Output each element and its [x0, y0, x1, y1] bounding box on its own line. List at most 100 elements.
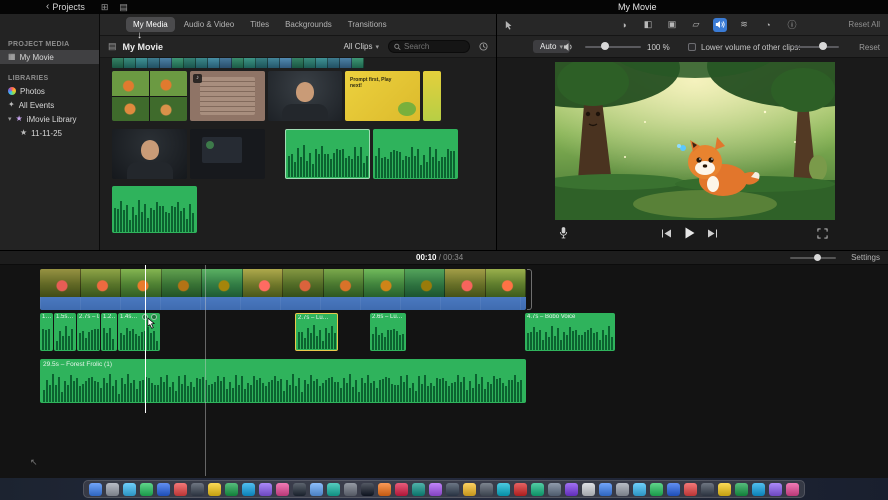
crop-icon[interactable]: ▣ [665, 18, 679, 32]
reset-button[interactable]: Reset [859, 43, 880, 52]
ducking-slider[interactable] [793, 42, 839, 52]
dock-icon[interactable] [293, 482, 306, 496]
dock-icon[interactable] [616, 482, 629, 496]
slider-knob[interactable] [814, 254, 821, 261]
play-button[interactable] [685, 227, 695, 239]
clip-thumbnail-partial[interactable] [423, 71, 441, 121]
dock-icon[interactable] [752, 482, 765, 496]
dock-icon[interactable] [361, 482, 374, 496]
audio-clip-thumbnail-selected[interactable] [285, 129, 370, 179]
dock-icon[interactable] [378, 482, 391, 496]
dock-icon[interactable] [684, 482, 697, 496]
dock-icon[interactable] [565, 482, 578, 496]
video-preview[interactable] [555, 62, 835, 220]
dock-icon[interactable] [157, 482, 170, 496]
dock-icon[interactable] [412, 482, 425, 496]
dock-icon[interactable] [514, 482, 527, 496]
tab-titles[interactable]: Titles [243, 17, 276, 32]
voiceover-mic-icon[interactable] [559, 226, 568, 239]
dock-icon[interactable] [786, 482, 799, 496]
settings-button[interactable]: Settings [851, 253, 880, 262]
dock-icon[interactable] [242, 482, 255, 496]
slider-knob[interactable] [819, 42, 827, 50]
fullscreen-icon[interactable] [817, 228, 828, 239]
audio-clip-thumbnail[interactable] [112, 186, 197, 233]
audio-clip[interactable]: 2.6s – Lu… [370, 313, 406, 351]
audio-clip-bobo-voice[interactable]: 4.7s – Bobo Voice [525, 313, 615, 351]
color-balance-icon[interactable]: ◑ [617, 18, 631, 32]
slider-knob[interactable] [601, 42, 609, 50]
sidebar-item-my-movie[interactable]: ▦ My Movie [0, 50, 99, 64]
clip-thumbnail-screen-recording[interactable] [190, 129, 265, 179]
dock-icon[interactable] [667, 482, 680, 496]
dock-icon[interactable] [89, 482, 102, 496]
tab-transitions[interactable]: Transitions [341, 17, 394, 32]
dock-icon[interactable] [344, 482, 357, 496]
sidebar-item-imovie-library[interactable]: ▾ ★ iMovie Library [0, 112, 99, 126]
projects-back-button[interactable]: ‹ Projects [46, 2, 85, 13]
tab-my-media[interactable]: My Media [126, 17, 175, 32]
speed-icon[interactable]: ◔ [761, 18, 775, 32]
dock-icon[interactable] [174, 482, 187, 496]
playhead[interactable] [145, 265, 146, 413]
dock-icon[interactable] [276, 482, 289, 496]
dock-icon[interactable] [735, 482, 748, 496]
previous-button[interactable] [661, 229, 672, 238]
dock-icon[interactable] [208, 482, 221, 496]
lower-volume-checkbox[interactable] [688, 43, 696, 51]
dock-icon[interactable] [446, 482, 459, 496]
dock-icon[interactable] [429, 482, 442, 496]
sidebar-item-all-events[interactable]: ✦ All Events [0, 98, 99, 112]
audio-clip-selected[interactable]: 2.7s – Lu… [295, 313, 338, 351]
dock-icon[interactable] [769, 482, 782, 496]
dock-icon[interactable] [701, 482, 714, 496]
dock-icon[interactable] [106, 482, 119, 496]
audio-clip[interactable]: 2.7s – L… [77, 313, 100, 351]
dock-icon[interactable] [650, 482, 663, 496]
audio-clip[interactable]: 1.2… [101, 313, 117, 351]
clip-filter-dropdown[interactable]: All Clips ▾ [344, 42, 379, 51]
grid-icon[interactable]: ⊞ [101, 2, 109, 12]
video-clip-audio-bar[interactable] [40, 297, 526, 310]
sidebar-item-event-11-11-25[interactable]: ★ 11-11-25 [0, 126, 99, 140]
clip-thumbnail-slide[interactable]: Prompt first, Play next! [345, 71, 420, 121]
audio-clip[interactable]: 1.5s… [54, 313, 76, 351]
clock-icon[interactable] [479, 42, 488, 51]
search-field[interactable] [388, 40, 470, 53]
dock-icon[interactable] [531, 482, 544, 496]
clip-thumbnail-fox-frames[interactable] [112, 71, 187, 121]
clip-thumbnail-person[interactable] [268, 71, 342, 121]
next-button[interactable] [707, 229, 718, 238]
dock-icon[interactable] [599, 482, 612, 496]
dock-icon[interactable] [497, 482, 510, 496]
search-input[interactable] [404, 42, 464, 51]
volume-icon[interactable] [713, 17, 727, 32]
dock-icon[interactable] [548, 482, 561, 496]
dock-icon[interactable] [123, 482, 136, 496]
dock-icon[interactable] [582, 482, 595, 496]
expanded-clip-filmstrip[interactable] [112, 58, 365, 68]
list-icon[interactable]: ▤ [119, 2, 128, 12]
info-icon[interactable]: ⓘ [785, 18, 799, 32]
dock-icon[interactable] [480, 482, 493, 496]
dock-icon[interactable] [633, 482, 646, 496]
stabilization-icon[interactable]: ▱ [689, 18, 703, 32]
dock-icon[interactable] [191, 482, 204, 496]
dock-icon[interactable] [259, 482, 272, 496]
dock-icon[interactable] [225, 482, 238, 496]
reset-all-button[interactable]: Reset All [848, 20, 880, 29]
video-clip-filmstrip[interactable] [40, 269, 526, 297]
dock-icon[interactable] [327, 482, 340, 496]
audio-clip-thumbnail[interactable] [373, 129, 458, 179]
timeline-zoom-slider[interactable] [790, 254, 836, 261]
color-correction-icon[interactable]: ◧ [641, 18, 655, 32]
tab-audio-video[interactable]: Audio & Video [177, 17, 242, 32]
sidebar-item-photos[interactable]: Photos [0, 84, 99, 98]
audio-clip[interactable]: 1… [40, 313, 53, 351]
dock-icon[interactable] [718, 482, 731, 496]
dock-icon[interactable] [395, 482, 408, 496]
dock-icon[interactable] [140, 482, 153, 496]
dock-icon[interactable] [463, 482, 476, 496]
dock-icon[interactable] [310, 482, 323, 496]
sidebar-toggle-icon[interactable]: ▤ [108, 41, 117, 52]
